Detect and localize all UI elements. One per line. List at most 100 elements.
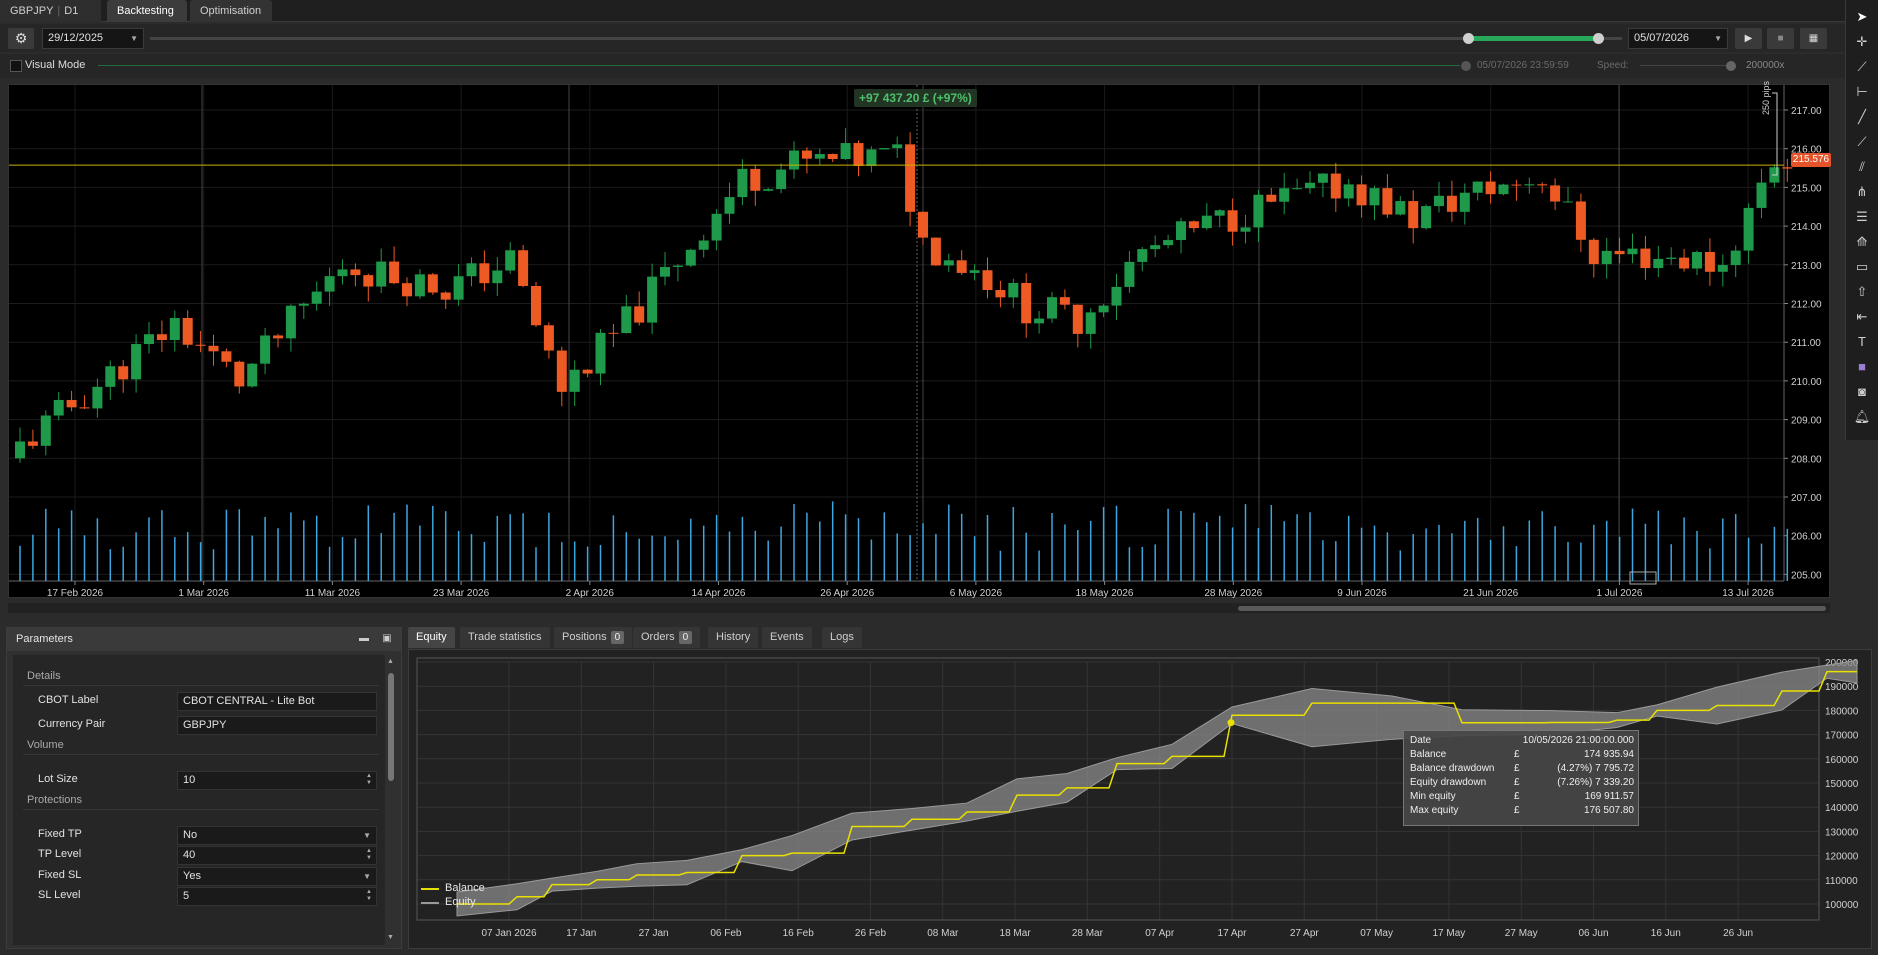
group-protections: Protections <box>27 794 83 806</box>
camera-icon[interactable]: ◙ <box>1850 381 1874 403</box>
candle-body <box>1008 282 1019 298</box>
scrollbar-thumb[interactable] <box>388 673 394 781</box>
x-tick-label: 07 Jan 2026 <box>481 928 536 939</box>
tab-trade-statistics[interactable]: Trade statistics <box>460 627 550 648</box>
arrow-up-icon[interactable]: ⇧ <box>1850 281 1874 303</box>
tab-optimisation[interactable]: Optimisation <box>190 0 272 22</box>
candle-body <box>350 269 361 276</box>
fixed-sl-select[interactable]: Yes ▼ <box>177 867 377 886</box>
backtest-window: GBPJPY | D1 Backtesting Optimisation ⚙ 29/… <box>0 0 1878 955</box>
x-tick-label: 13 Jul 2026 <box>1722 588 1774 599</box>
minimize-icon[interactable]: ▬ <box>357 632 371 646</box>
date-range-start-handle[interactable] <box>1463 33 1474 44</box>
start-date-select[interactable]: 29/12/2025 ▼ <box>42 28 144 49</box>
x-tick-label: 21 Jun 2026 <box>1463 588 1518 599</box>
tab-history[interactable]: History <box>708 627 759 648</box>
crosshair-icon[interactable]: ✛ <box>1850 31 1874 53</box>
visual-mode-time: 05/07/2026 23:59:59 <box>1477 60 1569 71</box>
equity-chart[interactable]: 2000001900001800001700001600001500001400… <box>408 649 1872 949</box>
tab-backtesting[interactable]: Backtesting <box>107 0 187 22</box>
equity-legend: Balance Equity <box>421 882 485 910</box>
candle-body <box>698 240 709 250</box>
candle-body <box>853 143 864 166</box>
chevron-down-icon: ▼ <box>363 872 371 881</box>
play-button[interactable]: ▶ <box>1735 28 1762 49</box>
tab-logs[interactable]: Logs <box>822 627 862 648</box>
fan-icon[interactable]: ⟰ <box>1850 231 1874 253</box>
x-tick-label: 16 Jun <box>1651 928 1681 939</box>
tooltip-balance-drawdown-label: Balance drawdown <box>1410 763 1495 774</box>
tab-orders[interactable]: Orders 0 <box>633 627 701 648</box>
tooltip-currency: £ <box>1514 805 1520 816</box>
tab-equity[interactable]: Equity <box>408 627 455 648</box>
tooltip-equity-drawdown-value: (7.26%) 7 339.20 <box>1557 777 1634 788</box>
candle-body <box>1421 206 1432 229</box>
trend-line-icon[interactable]: ╱ <box>1850 106 1874 128</box>
tab-events[interactable]: Events <box>762 627 812 648</box>
zigzag-icon[interactable]: ⟋ <box>1850 56 1874 78</box>
scroll-down-icon[interactable]: ▼ <box>387 934 394 941</box>
pitchfork-icon[interactable]: ⋔ <box>1850 181 1874 203</box>
chart-horizontal-scrollbar[interactable] <box>8 603 1830 613</box>
tooltip-marker <box>1227 719 1235 727</box>
candle-body <box>79 407 90 409</box>
x-tick-label: 08 Mar <box>927 928 959 939</box>
stepper-arrows-icon[interactable]: ▲ ▼ <box>366 773 372 787</box>
candle-body <box>1498 184 1509 195</box>
candle-body <box>376 261 387 287</box>
calculator-button[interactable]: ▦ <box>1800 28 1827 49</box>
ray-icon[interactable]: ⟋ <box>1850 131 1874 153</box>
x-tick-label: 17 Apr <box>1218 928 1248 939</box>
settings-gear-button[interactable]: ⚙ <box>8 28 34 49</box>
visual-mode-progress-handle[interactable] <box>1461 61 1471 71</box>
tooltip-currency: £ <box>1514 777 1520 788</box>
chevron-down-icon: ▼ <box>130 34 138 43</box>
currency-pair-value: GBPJPY <box>183 719 227 731</box>
price-chart[interactable]: 217.00 216.00 215.00 214.00 213.00 212.00 211.… <box>8 81 1831 599</box>
alert-bell-icon[interactable]: 🔔︎ <box>1850 406 1874 428</box>
horizontal-line-icon[interactable]: ⊢ <box>1850 81 1874 103</box>
cbot-label-field[interactable]: CBOT CENTRAL - Lite Bot <box>177 692 377 711</box>
lot-size-stepper[interactable]: 10 ▲ ▼ <box>177 771 377 790</box>
scrollbar-thumb[interactable] <box>1238 606 1826 611</box>
stepper-arrows-icon[interactable]: ▲ ▼ <box>366 889 372 903</box>
x-tick-label: 06 Feb <box>710 928 742 939</box>
tab-positions[interactable]: Positions 0 <box>554 627 633 648</box>
candle-body <box>1240 227 1251 232</box>
sl-level-stepper[interactable]: 5 ▲ ▼ <box>177 887 377 906</box>
tp-level-stepper[interactable]: 40 ▲ ▼ <box>177 846 377 865</box>
stop-button[interactable]: ■ <box>1767 28 1794 49</box>
color-swatch-icon[interactable]: ■ <box>1850 356 1874 378</box>
date-range-slider-track[interactable] <box>150 37 1622 40</box>
scroll-up-icon[interactable]: ▲ <box>387 658 394 665</box>
price-range-icon[interactable]: ⇤ <box>1850 306 1874 328</box>
parameters-header: Parameters ▬ ▣ <box>7 628 401 651</box>
fixed-sl-value: Yes <box>183 870 201 882</box>
equity-tooltip: Date 10/05/2026 21:00:00.000 Balance £174 … <box>1403 730 1639 826</box>
date-range-end-handle[interactable] <box>1593 33 1604 44</box>
rectangle-icon[interactable]: ▭ <box>1850 256 1874 278</box>
candle-body <box>1163 240 1174 246</box>
visual-mode-checkbox[interactable] <box>10 60 22 72</box>
end-date-select[interactable]: 05/07/2026 ▼ <box>1628 28 1728 49</box>
sl-level-value: 5 <box>183 890 190 902</box>
x-tick-label: 27 Jan <box>639 928 669 939</box>
save-icon[interactable]: ▣ <box>380 632 394 646</box>
tab-symbol[interactable]: GBPJPY | D1 <box>0 0 101 22</box>
channel-icon[interactable]: ⫽ <box>1850 156 1874 178</box>
parameters-panel: Parameters ▬ ▣ Details CBOT Label CBOT C… <box>6 627 402 949</box>
cursor-icon[interactable]: ➤ <box>1850 6 1874 28</box>
current-price-tag: 215.576 <box>1791 153 1831 167</box>
stepper-arrows-icon[interactable]: ▲ ▼ <box>366 848 372 862</box>
param-label-fixed-sl: Fixed SL <box>38 869 82 881</box>
text-icon[interactable]: T <box>1850 331 1874 353</box>
currency-pair-field[interactable]: GBPJPY <box>177 716 377 735</box>
speed-slider-track[interactable] <box>1640 65 1732 66</box>
candle-body <box>273 335 283 339</box>
fibonacci-icon[interactable]: ☰ <box>1850 206 1874 228</box>
speed-slider-handle[interactable] <box>1726 61 1736 71</box>
fixed-tp-select[interactable]: No ▼ <box>177 826 377 845</box>
parameters-scrollbar[interactable]: ▲ ▼ <box>387 658 395 943</box>
candle-body <box>930 237 941 266</box>
candle-body <box>92 386 103 409</box>
